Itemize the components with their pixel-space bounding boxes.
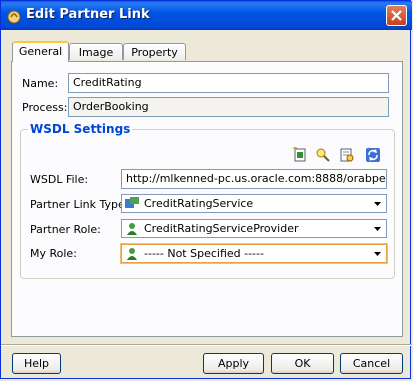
apply-button[interactable]: Apply bbox=[203, 353, 264, 374]
tab-property[interactable]: Property bbox=[123, 43, 186, 60]
wsdl-settings-title: WSDL Settings bbox=[28, 122, 133, 136]
role-icon bbox=[127, 248, 137, 260]
edit-partner-link-dialog: Edit Partner Link General Image Property… bbox=[0, 0, 412, 379]
title-bar[interactable]: Edit Partner Link bbox=[1, 1, 412, 30]
partner-role-label: Partner Role: bbox=[30, 223, 101, 236]
service-icon bbox=[125, 197, 139, 208]
partner-role-value: CreditRatingServiceProvider bbox=[144, 222, 299, 235]
process-label: Process: bbox=[22, 101, 68, 114]
name-field[interactable]: CreditRating bbox=[68, 73, 389, 93]
partner-link-type-value: CreditRatingService bbox=[144, 197, 254, 210]
oracle-jdev-icon bbox=[7, 10, 21, 24]
chevron-down-icon[interactable] bbox=[370, 196, 385, 211]
button-separator bbox=[1, 344, 412, 346]
browse-wsdl-icon[interactable] bbox=[315, 147, 331, 163]
wsdl-file-label: WSDL File: bbox=[30, 173, 89, 186]
name-label: Name: bbox=[22, 77, 59, 90]
my-role-value: ----- Not Specified ----- bbox=[144, 247, 264, 260]
tab-general[interactable]: General bbox=[12, 41, 69, 62]
process-field: OrderBooking bbox=[68, 97, 389, 117]
help-button[interactable]: Help bbox=[12, 353, 61, 374]
chevron-down-icon[interactable] bbox=[370, 246, 385, 261]
my-role-select[interactable]: ----- Not Specified ----- bbox=[120, 243, 388, 264]
close-icon bbox=[391, 10, 402, 21]
partner-link-type-select[interactable]: CreditRatingService bbox=[121, 194, 387, 213]
partner-link-type-label: Partner Link Type: bbox=[30, 198, 129, 211]
chevron-down-icon[interactable] bbox=[370, 221, 385, 236]
tab-image[interactable]: Image bbox=[69, 43, 123, 60]
close-button[interactable] bbox=[386, 5, 407, 26]
my-role-label: My Role: bbox=[30, 247, 77, 260]
service-explorer-icon[interactable] bbox=[339, 147, 355, 163]
ok-button[interactable]: OK bbox=[271, 353, 334, 374]
refresh-icon[interactable] bbox=[365, 147, 381, 163]
cancel-button[interactable]: Cancel bbox=[340, 353, 403, 374]
new-wsdl-icon[interactable] bbox=[292, 147, 308, 163]
window-title: Edit Partner Link bbox=[26, 7, 150, 22]
wsdl-file-field[interactable]: http://mlkenned-pc.us.oracle.com:8888/or… bbox=[121, 169, 387, 189]
role-icon bbox=[127, 223, 137, 235]
partner-role-select[interactable]: CreditRatingServiceProvider bbox=[121, 219, 387, 238]
